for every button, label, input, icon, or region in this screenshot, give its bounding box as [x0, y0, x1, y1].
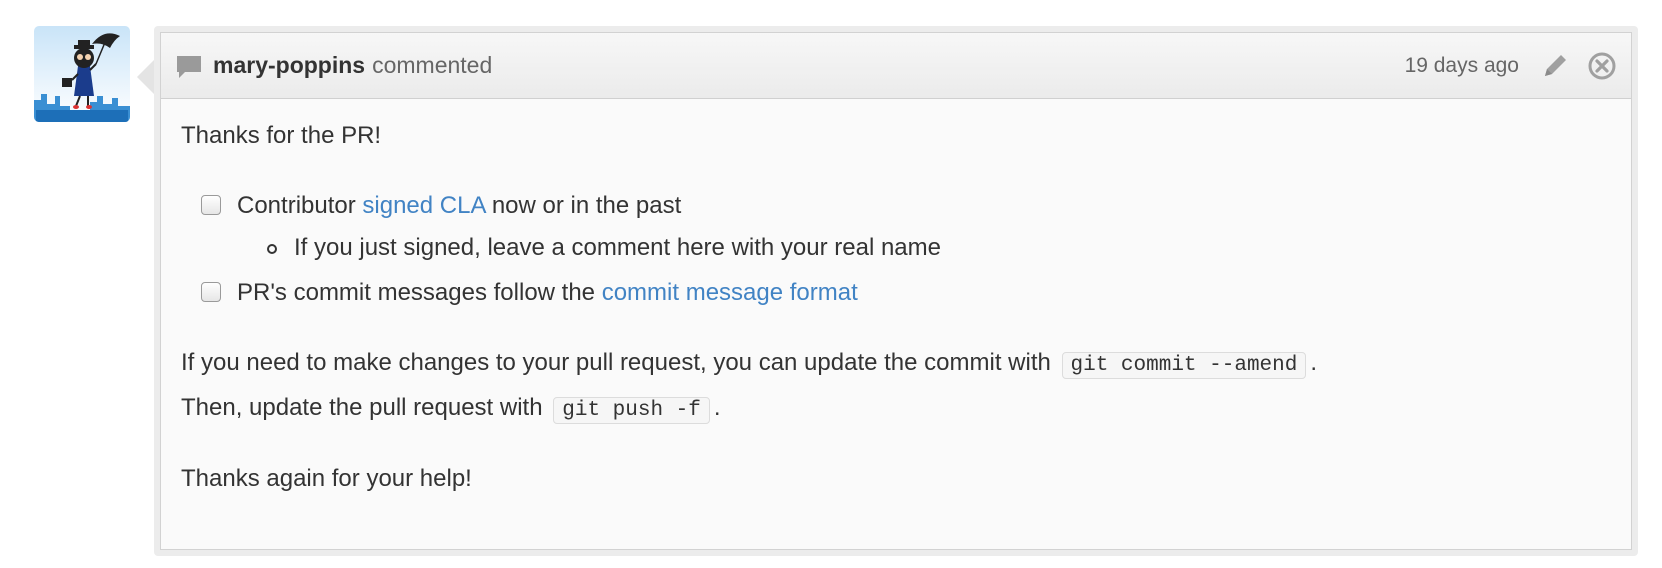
- task-checkbox[interactable]: [201, 195, 221, 215]
- amend-text: If you need to make changes to your pull…: [181, 349, 1058, 376]
- task-sublist: If you just signed, leave a comment here…: [237, 233, 1611, 263]
- close-circle-icon[interactable]: [1587, 51, 1617, 81]
- comment: mary-poppins commented 19 days ago Thank…: [160, 32, 1632, 550]
- task-text: PR's commit messages follow the: [237, 279, 602, 306]
- comment-author[interactable]: mary-poppins: [213, 52, 365, 79]
- task-text: now or in the past: [485, 192, 682, 219]
- comment-timestamp[interactable]: 19 days ago: [1405, 54, 1519, 78]
- task-item-commit-format: PR's commit messages follow the commit m…: [181, 278, 1611, 308]
- task-text: Contributor: [237, 192, 363, 219]
- pencil-icon[interactable]: [1539, 50, 1571, 82]
- code-git-push-f: git push -f: [553, 397, 710, 424]
- amend-text: .: [1310, 349, 1318, 376]
- task-list: Contributor signed CLA now or in the pas…: [181, 191, 1611, 308]
- amend-instructions: If you need to make changes to your pull…: [181, 342, 1611, 432]
- comment-container: mary-poppins commented 19 days ago Thank…: [154, 26, 1638, 556]
- avatar[interactable]: [34, 26, 130, 122]
- sublist-item: If you just signed, leave a comment here…: [237, 233, 1611, 263]
- outro-text: Thanks again for your help!: [181, 465, 472, 492]
- comment-header: mary-poppins commented 19 days ago: [161, 33, 1631, 99]
- octocat-avatar-icon: [34, 33, 130, 122]
- comment-thread: mary-poppins commented 19 days ago Thank…: [0, 0, 1662, 568]
- task-item-cla: Contributor signed CLA now or in the pas…: [181, 191, 1611, 263]
- comment-pointer: [137, 60, 154, 94]
- amend-text: .: [713, 394, 721, 421]
- comment-header-actions: 19 days ago: [1405, 50, 1617, 82]
- amend-text: Then, update the pull request with: [181, 394, 550, 421]
- bullet-icon: [267, 244, 277, 254]
- intro-text: Thanks for the PR!: [181, 122, 382, 149]
- speech-bubble-icon: [177, 55, 201, 78]
- comment-action: commented: [372, 52, 493, 78]
- commit-message-format-link[interactable]: commit message format: [602, 279, 858, 306]
- signed-cla-link[interactable]: signed CLA: [362, 192, 485, 219]
- sublist-item-text: If you just signed, leave a comment here…: [294, 234, 941, 261]
- comment-body: Thanks for the PR! Contributor signed CL…: [161, 99, 1631, 494]
- code-git-commit-amend: git commit --amend: [1061, 352, 1307, 379]
- task-checkbox[interactable]: [201, 282, 221, 302]
